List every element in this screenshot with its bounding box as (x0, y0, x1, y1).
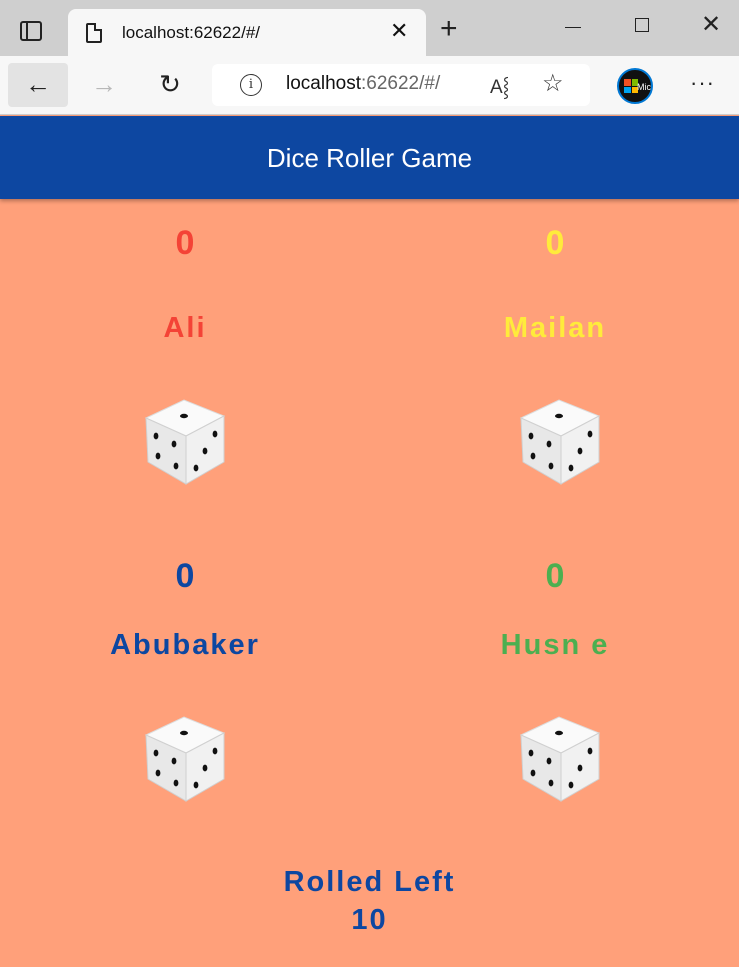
address-bar[interactable]: i localhost:62622/#/ A⸾ ☆ (212, 64, 590, 106)
tab-close-icon[interactable]: ✕ (390, 19, 408, 43)
page-icon (86, 23, 102, 43)
tab-actions-icon[interactable] (20, 21, 42, 41)
window-close-button[interactable]: ✕ (701, 12, 721, 38)
profile-avatar[interactable]: Micro (617, 68, 653, 104)
more-menu-icon[interactable]: ··· (690, 70, 715, 96)
player-name: Abubaker (110, 629, 260, 661)
browser-tab-strip: localhost:62622/#/ ✕ + ✕ (0, 0, 739, 56)
url-text[interactable]: localhost:62622/#/ (286, 73, 440, 95)
browser-toolbar: ← → ↻ i localhost:62622/#/ A⸾ ☆ Micro ··… (0, 56, 739, 115)
back-button[interactable]: ← (8, 63, 68, 107)
dice-icon[interactable] (513, 396, 605, 488)
read-aloud-icon[interactable]: A⸾ (490, 73, 509, 99)
player-name: Husn e (500, 629, 610, 661)
rolled-left-value: 10 (351, 904, 388, 936)
site-info-icon[interactable]: i (240, 74, 262, 96)
forward-button[interactable]: → (86, 63, 122, 107)
page-title: Dice Roller Game (266, 143, 473, 173)
refresh-button[interactable]: ↻ (152, 63, 188, 107)
dice-icon[interactable] (513, 713, 605, 805)
player-score: 0 (545, 224, 565, 262)
maximize-button[interactable] (635, 18, 649, 32)
app-bar: Dice Roller Game (0, 116, 739, 199)
minimize-button[interactable] (565, 27, 581, 28)
dice-icon[interactable] (138, 396, 230, 488)
tab-title: localhost:62622/#/ (122, 23, 260, 42)
player-score: 0 (545, 557, 565, 595)
add-favorite-icon[interactable]: ☆ (542, 69, 564, 98)
rolled-left-label: Rolled Left (283, 866, 456, 898)
player-score: 0 (175, 557, 195, 595)
browser-tab[interactable]: localhost:62622/#/ ✕ (68, 9, 426, 56)
new-tab-button[interactable]: + (440, 14, 458, 44)
player-name: Ali (163, 312, 207, 344)
dice-icon[interactable] (138, 713, 230, 805)
player-name: Mailan (503, 312, 607, 344)
player-score: 0 (175, 224, 195, 262)
